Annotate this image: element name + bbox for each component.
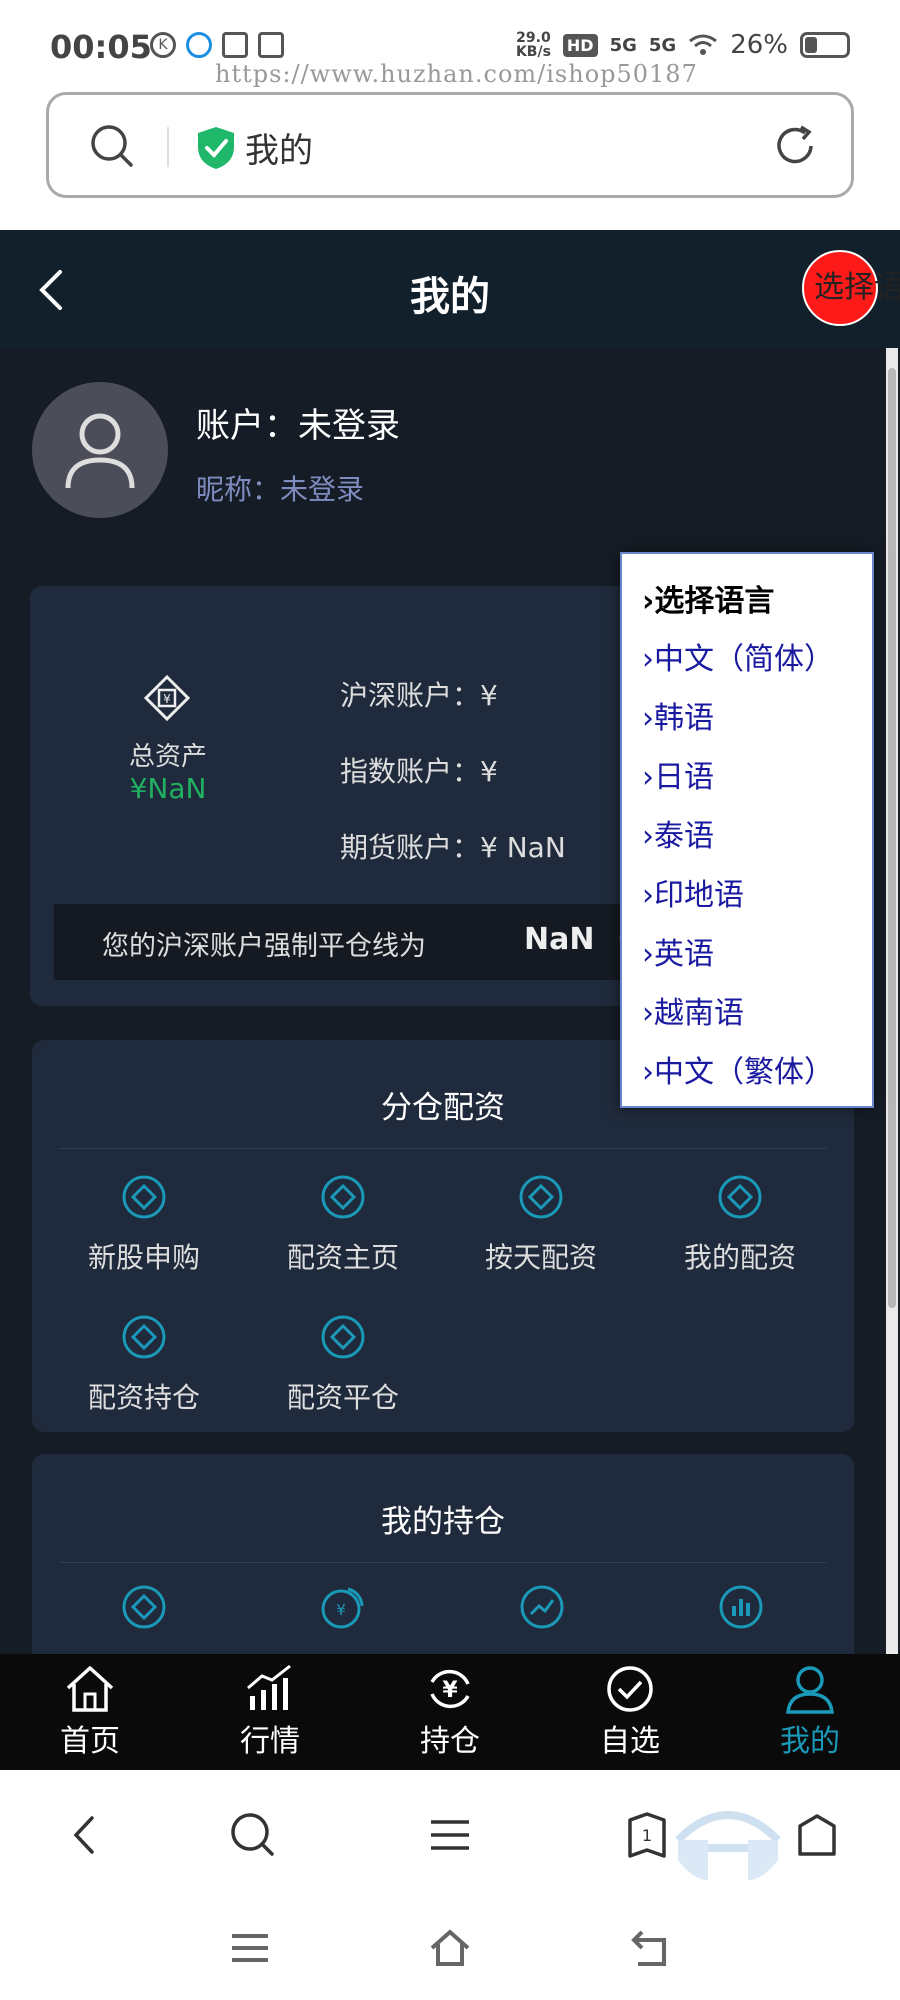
- shanghai-shenzhen-account: 沪深账户：¥: [340, 679, 498, 712]
- page-title: 我的: [410, 274, 490, 320]
- app-notify-icon: [186, 32, 212, 58]
- bar-chart-icon[interactable]: [718, 1584, 764, 1630]
- language-menu-header: ›选择语言: [642, 584, 775, 619]
- hd-icon: HD: [562, 33, 598, 57]
- browser-menu-icon[interactable]: [425, 1810, 475, 1860]
- language-select-button[interactable]: 选择语: [802, 250, 900, 326]
- check-circle-icon: [607, 1666, 653, 1712]
- yen-coins-icon[interactable]: ¥: [320, 1584, 366, 1630]
- grid-item-ipo[interactable]: 新股申购: [45, 1174, 243, 1276]
- browser-search-icon[interactable]: [228, 1810, 278, 1860]
- language-option-korean[interactable]: ›韩语: [642, 693, 714, 737]
- gallery-icon: [222, 32, 248, 58]
- tab-mine[interactable]: 我的: [720, 1654, 900, 1770]
- mail-icon: [258, 32, 284, 58]
- k-icon: K: [150, 32, 176, 58]
- system-nav-bar: [0, 1900, 900, 2000]
- search-icon[interactable]: [89, 123, 135, 169]
- trend-chart-icon[interactable]: [519, 1584, 565, 1630]
- notification-icons: K: [150, 32, 284, 58]
- back-nav-icon[interactable]: [628, 1926, 672, 1970]
- index-account: 指数账户：¥: [340, 755, 498, 788]
- home-icon: [66, 1666, 114, 1712]
- language-dropdown: ›选择语言 ›中文（简体） ›韩语 ›日语 ›泰语 ›印地语 ›英语 ›越南语 …: [620, 552, 874, 1108]
- grid-item-funding-home[interactable]: 配资主页: [244, 1174, 442, 1276]
- coin-icon: [321, 1315, 365, 1359]
- shield-check-icon: [198, 127, 234, 169]
- address-bar[interactable]: 我的: [46, 92, 854, 198]
- coin-icon: [122, 1315, 166, 1359]
- wifi-icon: [689, 34, 718, 55]
- grid-item-funding-positions[interactable]: 配资持仓: [45, 1314, 243, 1416]
- svg-text:¥: ¥: [163, 692, 171, 706]
- language-option-thai[interactable]: ›泰语: [642, 811, 714, 855]
- account-label: 账户：未登录: [196, 406, 400, 446]
- profile-section: 账户：未登录 昵称：未登录: [32, 382, 812, 522]
- holdings-title: 我的持仓: [381, 1504, 505, 1540]
- grid-item-my-funding[interactable]: 我的配资: [641, 1174, 839, 1276]
- grid-item-daily-funding[interactable]: 按天配资: [442, 1174, 640, 1276]
- address-title[interactable]: 我的: [245, 123, 313, 172]
- coin-icon: [519, 1175, 563, 1219]
- network-speed: 29.0 KB/s: [515, 30, 551, 60]
- language-option-simplified-chinese[interactable]: ›中文（简体）: [642, 634, 834, 678]
- holdings-divider: [60, 1562, 826, 1563]
- bottom-tab-bar: 首页 行情 ¥ 持仓 自选 我的: [0, 1654, 900, 1770]
- glasses-overlay-icon: [675, 1811, 781, 1880]
- scrollbar-thumb[interactable]: [888, 368, 896, 1308]
- wallet-diamond-icon: ¥: [143, 674, 191, 722]
- language-option-english[interactable]: ›英语: [642, 929, 714, 973]
- allocation-divider: [60, 1148, 826, 1149]
- tab-home[interactable]: 首页: [0, 1654, 180, 1770]
- tab-positions[interactable]: ¥ 持仓: [360, 1654, 540, 1770]
- total-assets-value: ¥NaN: [129, 772, 207, 805]
- language-option-vietnamese[interactable]: ›越南语: [642, 988, 744, 1032]
- futures-account: 期货账户：¥ NaN: [340, 831, 566, 864]
- coin-icon: [718, 1175, 762, 1219]
- avatar[interactable]: [32, 382, 168, 518]
- tab-watchlist[interactable]: 自选: [540, 1654, 720, 1770]
- user-icon: [786, 1666, 834, 1714]
- svg-text:¥: ¥: [442, 1678, 458, 1703]
- signal-icon-1: 5G: [609, 34, 637, 56]
- app-header: 我的: [0, 230, 900, 348]
- app-view: 我的 选择语 账户：未登录 昵称：未登录 ¥ 总资产 ¥NaN 沪深账户：¥ 指…: [0, 230, 900, 1770]
- coin-icon[interactable]: [121, 1584, 167, 1630]
- scrollbar[interactable]: [886, 348, 898, 1770]
- battery-icon: [800, 32, 850, 58]
- yen-cycle-icon: ¥: [430, 1669, 470, 1709]
- total-assets-label: 总资产: [128, 742, 207, 772]
- browser-back-icon[interactable]: [60, 1810, 110, 1860]
- coin-icon: [122, 1175, 166, 1219]
- market-chart-icon: [247, 1664, 291, 1710]
- recent-apps-icon[interactable]: [228, 1926, 272, 1970]
- watermark: https://www.huzhan.com/ishop50187: [215, 60, 698, 88]
- browser-tabs-icon[interactable]: 1: [622, 1810, 672, 1860]
- nickname-label: 昵称：未登录: [196, 473, 365, 506]
- liquidation-text: 您的沪深账户强制平仓线为: [102, 931, 426, 962]
- liquidation-value: NaN: [524, 922, 595, 957]
- grid-item-funding-close[interactable]: 配资平仓: [244, 1314, 442, 1416]
- language-option-traditional-chinese[interactable]: ›中文（繁体）: [642, 1047, 834, 1091]
- language-option-hindi[interactable]: ›印地语: [642, 870, 744, 914]
- status-right: 29.0 KB/s HD 5G 5G 26%: [516, 30, 850, 60]
- user-icon: [65, 413, 135, 489]
- browser-home-icon[interactable]: [792, 1810, 842, 1860]
- tab-market[interactable]: 行情: [180, 1654, 360, 1770]
- home-nav-icon[interactable]: [428, 1926, 472, 1970]
- signal-icon-2: 5G: [648, 34, 677, 56]
- status-time: 00:05: [50, 28, 152, 66]
- language-option-japanese[interactable]: ›日语: [642, 752, 714, 796]
- svg-text:1: 1: [642, 1826, 652, 1845]
- reload-icon[interactable]: [773, 123, 819, 169]
- battery-percent: 26%: [730, 30, 788, 60]
- coin-icon: [321, 1175, 365, 1219]
- browser-toolbar: 1: [0, 1770, 900, 1900]
- svg-text:¥: ¥: [336, 1601, 346, 1619]
- address-divider: [167, 127, 169, 167]
